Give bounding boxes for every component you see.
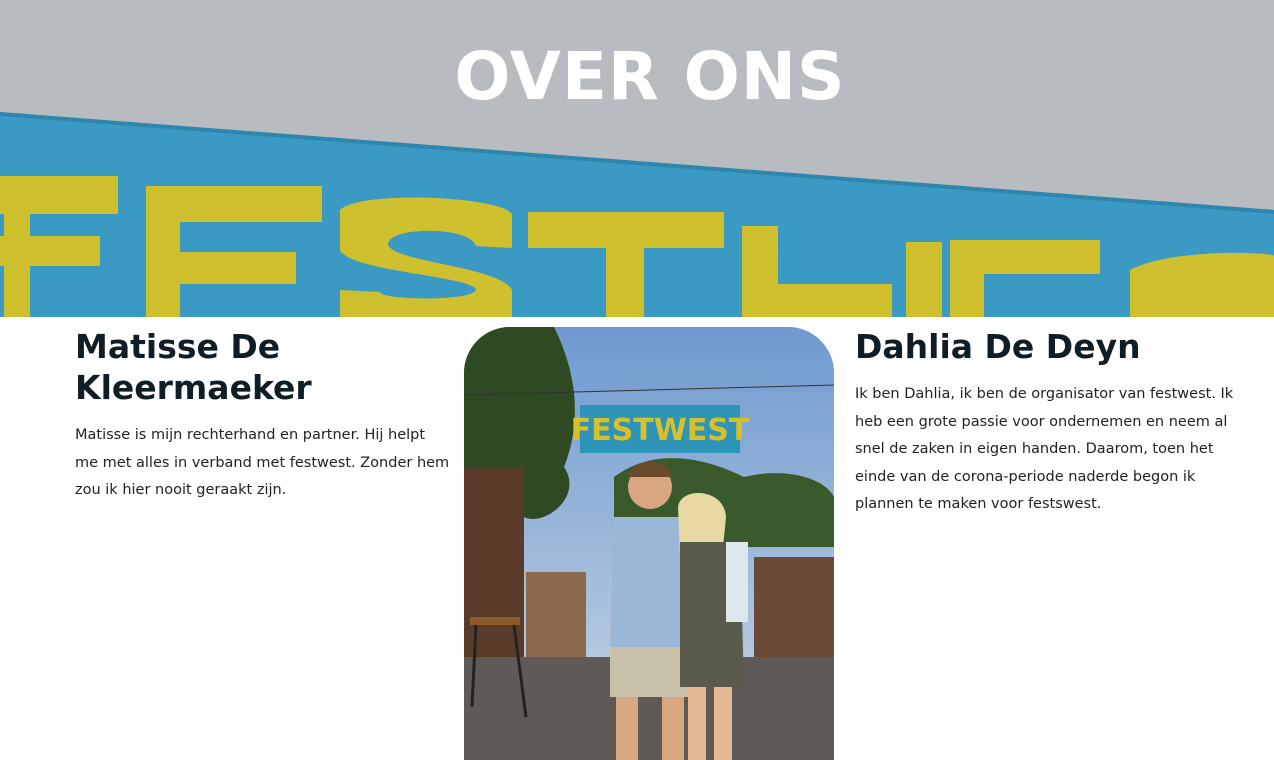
hero-banner: OVER ONS: [0, 0, 1274, 317]
person-bio: Matisse is mijn rechterhand en partner. …: [75, 427, 450, 498]
person-name: Dahlia De Deyn: [855, 327, 1141, 366]
person-name: Matisse De Kleermaeker: [75, 327, 312, 407]
team-photo: FESTWEST: [464, 327, 834, 760]
person-card-matisse: Matisse De Kleermaeker Matisse is mijn r…: [75, 326, 450, 505]
person-bio: Ik ben Dahlia, ik ben de organisator van…: [855, 386, 1234, 512]
team-photo-image: FESTWEST: [464, 327, 834, 760]
person-card-dahlia: Dahlia De Deyn Ik ben Dahlia, ik ben de …: [855, 326, 1235, 519]
photo-sign-text: FESTWEST: [571, 413, 750, 448]
page-title: OVER ONS: [454, 38, 846, 115]
